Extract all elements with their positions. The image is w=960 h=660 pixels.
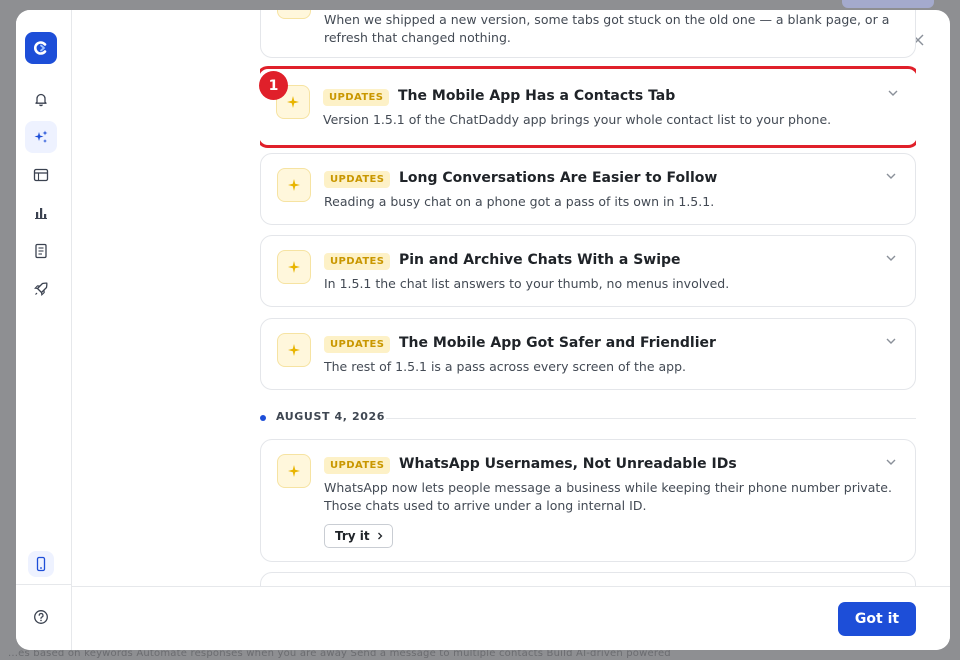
update-description: WhatsApp now lets people message a busin… [324,480,892,513]
update-card-partial[interactable]: When we shipped a new version, some tabs… [260,10,916,58]
update-title: WhatsApp Usernames, Not Unreadable IDs [399,456,737,472]
update-card[interactable]: UPDATES Long Conversations Are Easier to… [260,153,916,225]
sparkles-icon [34,130,48,143]
try-it-label: Try it [335,529,370,543]
backdrop-chip [842,0,934,8]
document-icon [35,243,47,259]
sparkle-icon [287,96,299,108]
rocket-icon [34,282,48,296]
logo-icon [33,41,47,55]
whats-new-modal: When we shipped a new version, some tabs… [16,10,950,650]
help-icon [34,610,48,624]
docs-button[interactable] [25,235,57,267]
update-card[interactable]: UPDATES The Mobile App Has a Contacts Ta… [260,66,916,148]
mobile-button[interactable] [28,551,54,577]
bar-chart-icon [35,208,47,219]
updates-feed[interactable]: When we shipped a new version, some tabs… [260,10,916,586]
launch-button[interactable] [25,273,57,305]
update-description: The rest of 1.5.1 is a pass across every… [324,359,687,374]
update-description: Version 1.5.1 of the ChatDaddy app bring… [323,112,832,127]
sparkle-icon [288,344,300,356]
help-button[interactable] [25,601,57,633]
update-description: Reading a busy chat on a phone got a pas… [324,194,715,209]
category-badge: UPDATES [324,336,391,353]
sparkle-icon [288,465,300,477]
update-icon-tile [277,454,311,488]
update-card[interactable]: UPDATES WhatsApp Usernames, Not Unreadab… [260,439,916,562]
update-icon-tile [277,168,311,202]
rail-divider [16,584,71,585]
update-card[interactable]: UPDATES The Mobile App Got Safer and Fri… [260,318,916,390]
update-title: Long Conversations Are Easier to Follow [399,170,718,186]
update-description: When we shipped a new version, some tabs… [324,12,890,45]
update-icon-tile [277,10,311,19]
notifications-button[interactable] [25,83,57,115]
category-badge: UPDATES [324,253,391,270]
side-rail [16,10,72,650]
calendar-icon [33,168,49,182]
bell-icon [35,93,47,107]
chevron-down-icon[interactable] [885,170,897,182]
chevron-down-icon[interactable] [887,87,899,99]
chevron-down-icon[interactable] [885,456,897,468]
got-it-button[interactable]: Got it [838,602,916,636]
update-description: In 1.5.1 the chat list answers to your t… [324,276,730,291]
update-card[interactable]: UPDATES Pin and Archive Chats With a Swi… [260,235,916,307]
category-badge: UPDATES [324,171,391,188]
calendar-button[interactable] [25,159,57,191]
whats-new-button[interactable] [25,121,57,153]
date-line [386,418,916,419]
chevron-down-icon[interactable] [885,335,897,347]
modal-footer: Got it [72,586,950,650]
date-divider: AUGUST 4, 2026 [260,410,916,426]
date-label: AUGUST 4, 2026 [276,410,386,423]
update-title: The Mobile App Has a Contacts Tab [398,88,676,104]
sparkle-icon [288,179,300,191]
mobile-icon [36,556,46,572]
chevron-right-icon [377,532,383,540]
chevron-down-icon[interactable] [885,252,897,264]
update-icon-tile [277,250,311,284]
update-card-partial[interactable] [260,572,916,586]
date-dot [260,415,266,421]
sparkle-icon [288,261,300,273]
app-logo[interactable] [25,32,57,64]
update-title: Pin and Archive Chats With a Swipe [399,252,681,268]
try-it-button[interactable]: Try it [324,524,393,548]
update-icon-tile [277,333,311,367]
category-badge: UPDATES [323,89,390,106]
analytics-button[interactable] [25,197,57,229]
step-marker: 1 [259,71,288,100]
category-badge: UPDATES [324,457,391,474]
update-title: The Mobile App Got Safer and Friendlier [399,335,716,351]
